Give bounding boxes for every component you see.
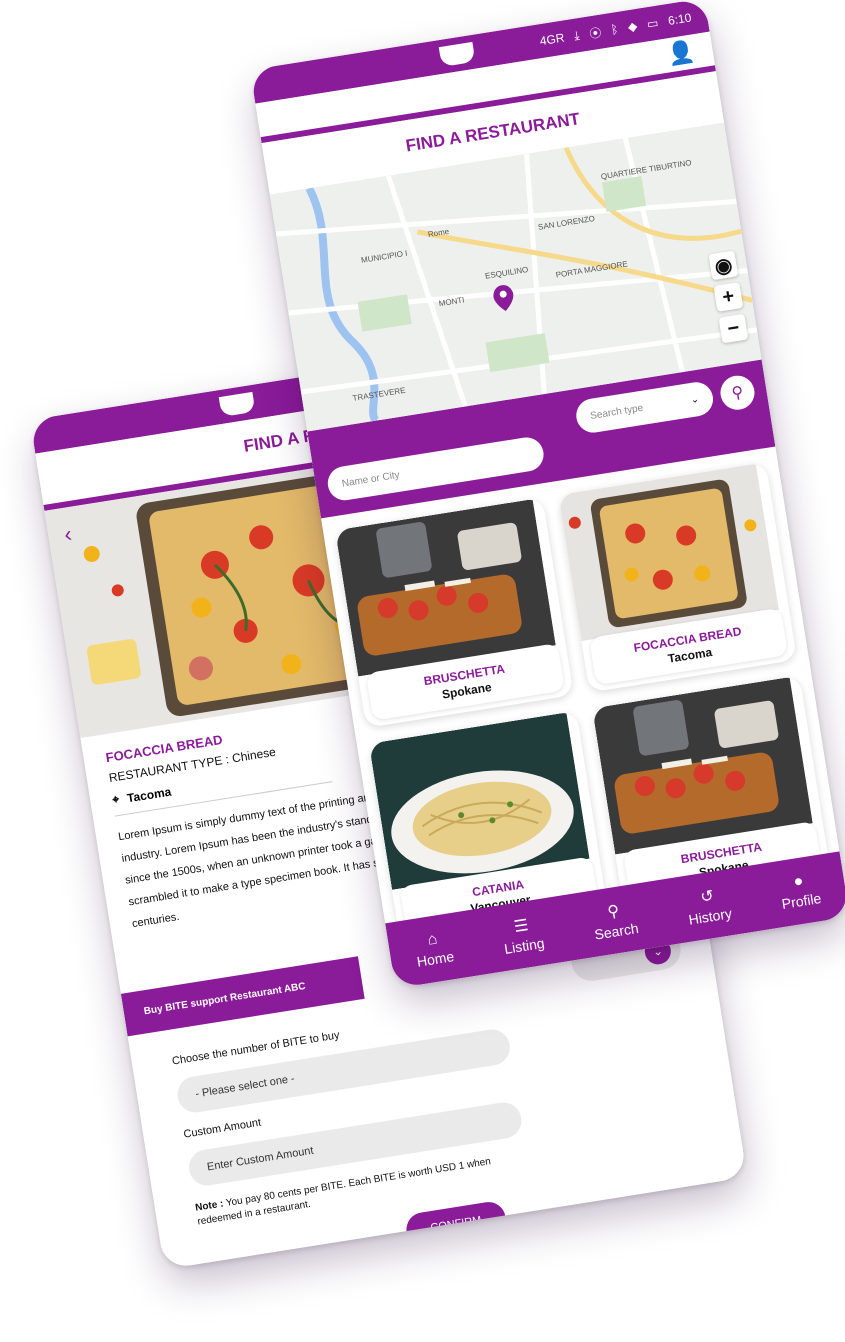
bluetooth-icon: ᛒ [609,21,620,37]
network-label: 4GR [538,30,566,49]
nav-history[interactable]: ↺ History [684,883,733,928]
search-type-placeholder: Search type [589,402,644,422]
nav-listing[interactable]: ☰ Listing [500,913,546,957]
note-label: Note : [194,1198,225,1214]
profile-icon[interactable]: 👤 [665,38,696,68]
clock-time: 6:10 [667,10,693,28]
location-icon: ⦿ [588,25,603,41]
restaurant-card[interactable]: BRUSCHETTA Spokane [335,497,574,728]
nav-home[interactable]: ⌂ Home [413,928,456,970]
download-icon: ⤓ [573,27,581,43]
name-city-placeholder: Name or City [340,469,401,490]
confirm-button[interactable]: CONFIRM [404,1199,509,1249]
camera-notch [438,41,476,67]
location-text: Tacoma [125,784,173,805]
nav-label: Profile [780,889,823,912]
wifi-icon: ◆ [626,18,639,35]
search-icon: ⚲ [730,383,745,403]
chevron-down-icon: ⌄ [689,393,700,406]
map-pin-icon: ⌖ [111,791,121,807]
zoom-out-button[interactable]: − [718,313,749,344]
restaurant-card[interactable]: FOCACCIA BREAD Tacoma [558,462,797,693]
nav-label: Home [415,948,456,970]
nav-profile[interactable]: ● Profile [777,870,823,912]
my-location-icon[interactable]: ◉ [708,250,739,281]
camera-notch [218,391,256,417]
nav-label: Listing [503,934,546,957]
nav-search[interactable]: ⚲ Search [590,898,639,943]
battery-icon: ▭ [645,15,660,32]
zoom-in-button[interactable]: + [713,282,744,312]
